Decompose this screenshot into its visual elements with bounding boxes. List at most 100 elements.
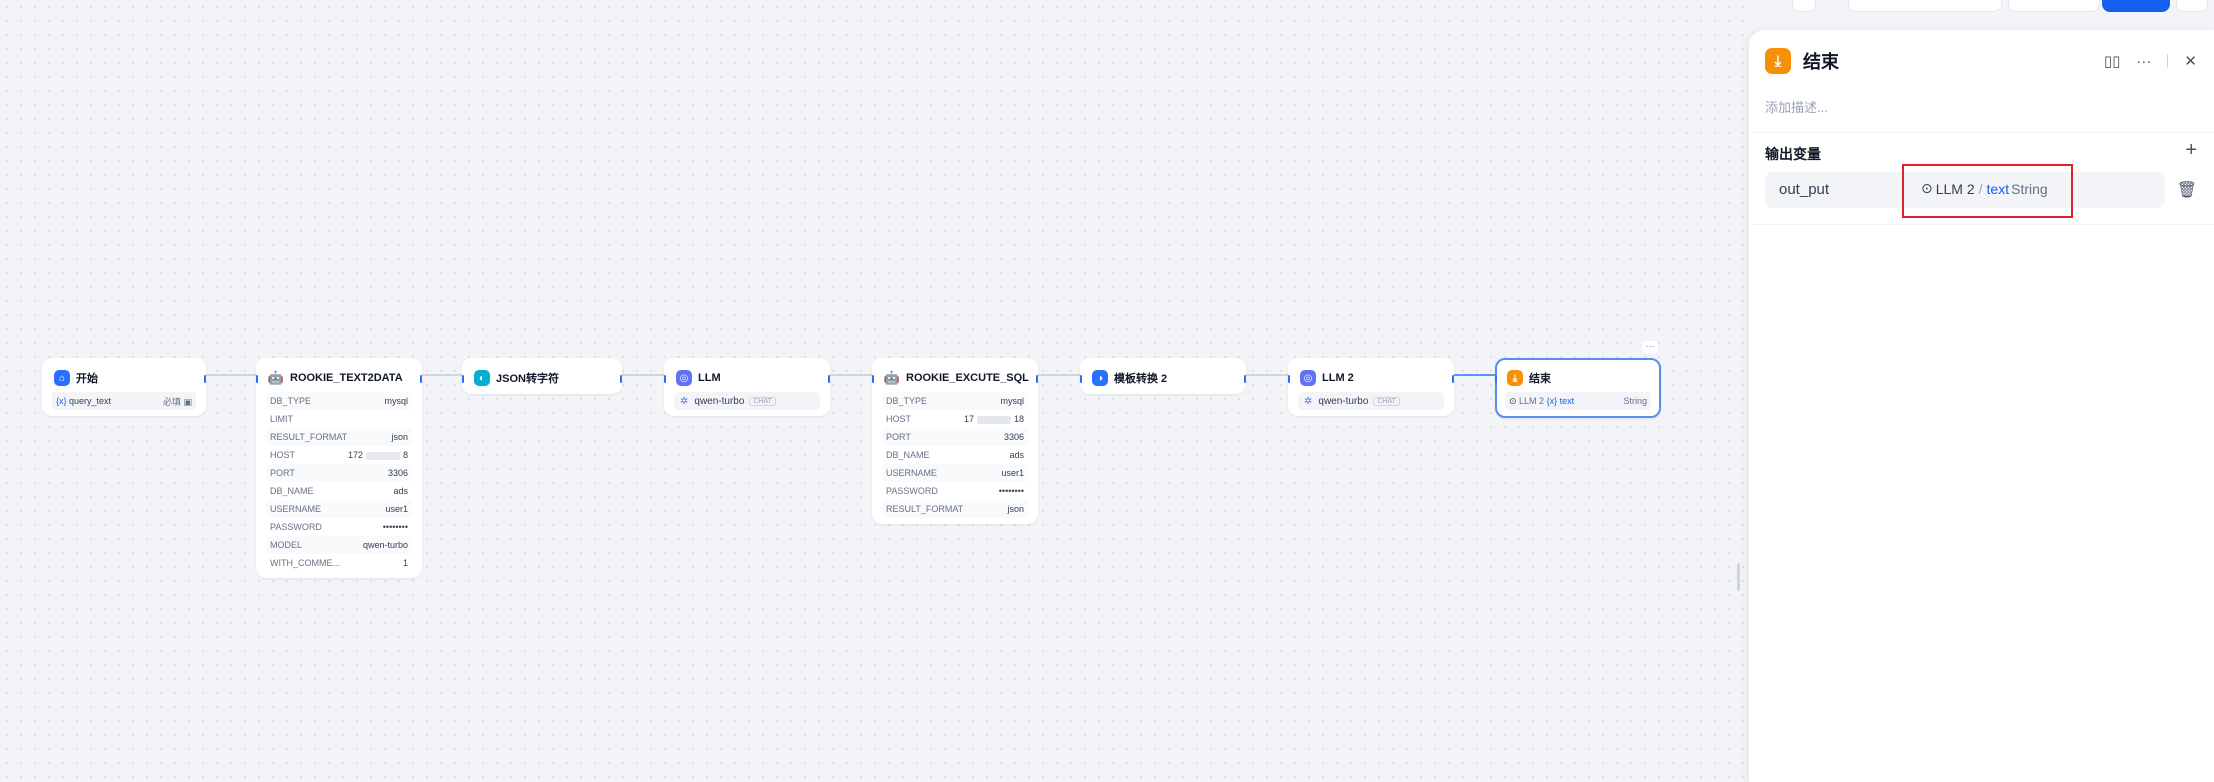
param-row: PORT 3306 (882, 428, 1028, 446)
output-handle[interactable] (420, 375, 422, 383)
variable-name-input[interactable]: out_put (1779, 181, 1829, 198)
close-icon[interactable]: ✕ (2184, 52, 2197, 70)
param-key: HOST (886, 414, 912, 424)
llm-icon: ◎ (676, 370, 692, 386)
divider (1749, 132, 2214, 133)
highlight-box (1902, 164, 2073, 218)
required-badge: 必填 ▣ (162, 396, 192, 407)
toolbar-button[interactable] (1792, 0, 1816, 12)
param-key: PORT (886, 432, 911, 442)
param-row: RESULT_FORMAT json (882, 500, 1028, 518)
param-value: 3306 (1003, 432, 1024, 442)
toolbar-run-group[interactable] (1848, 0, 2002, 12)
output-handle[interactable] (1244, 375, 1246, 383)
node-title: LLM 2 (1322, 372, 1354, 384)
section-title: 输出变量 (1765, 146, 1821, 162)
toolbar-publish-history[interactable] (2008, 0, 2100, 12)
model-icon: ✲ (1304, 395, 1313, 407)
param-value: user1 (1001, 468, 1024, 478)
divider (1749, 224, 2214, 225)
panel-title: 结束 (1803, 52, 1839, 72)
output-handle[interactable] (204, 375, 206, 383)
input-handle[interactable] (256, 375, 258, 383)
param-value: 172 8 (347, 450, 408, 460)
param-value: •••••••• (382, 522, 408, 532)
panel-resize-handle[interactable] (1737, 563, 1740, 591)
param-row: DB_NAME ads (266, 482, 412, 500)
end-icon: ⤓ (1765, 48, 1791, 74)
param-key: RESULT_FORMAT (270, 432, 348, 442)
param-key: DB_NAME (886, 450, 930, 460)
param-value: mysql (384, 396, 408, 406)
param-key: MODEL (270, 540, 303, 550)
node-llm[interactable]: ◎ LLM ✲ qwen-turbo CHAT (664, 358, 830, 416)
node-rookie-text2data[interactable]: 🤖 ROOKIE_TEXT2DATA DB_TYPE mysql LIMIT RESUL… (256, 358, 422, 578)
node-title: LLM (698, 372, 721, 384)
model-selector: ✲ qwen-turbo CHAT (674, 392, 820, 410)
node-config-panel: ⤓ 结束 ▯▯ ··· ✕ 添加描述... 输出变量 + out_put ⊙ L… (1748, 30, 2214, 782)
node-start[interactable]: ⌂ 开始 {x} query_text 必填 ▣ (42, 358, 206, 416)
node-title: 结束 (1529, 373, 1551, 385)
book-icon[interactable]: ▯▯ (2104, 52, 2121, 70)
toolbar-more-button[interactable] (2176, 0, 2208, 12)
param-key: HOST (270, 450, 296, 460)
param-row: HOST 17 18 (882, 410, 1028, 428)
delete-icon[interactable]: 🗑 (2177, 180, 2197, 200)
input-handle[interactable] (664, 375, 666, 383)
param-row: PASSWORD •••••••• (882, 482, 1028, 500)
workflow-canvas[interactable]: ⌂ 开始 {x} query_text 必填 ▣ 🤖 ROOKIE_TEXT2DATA… (0, 0, 2208, 782)
add-variable-button[interactable]: + (2185, 140, 2197, 160)
param-key: USERNAME (270, 504, 322, 514)
robot-icon: 🤖 (267, 370, 285, 385)
param-key: USERNAME (886, 468, 938, 478)
output-handle[interactable] (620, 375, 622, 383)
input-handle[interactable] (1495, 375, 1497, 383)
param-row: USERNAME user1 (882, 464, 1028, 482)
param-row: LIMIT (266, 410, 412, 428)
code-icon: ◐ (474, 370, 490, 386)
redaction-mask (365, 451, 400, 460)
param-row: MODEL qwen-turbo (266, 536, 412, 554)
input-handle[interactable] (1288, 375, 1290, 383)
node-llm-2[interactable]: ◎ LLM 2 ✲ qwen-turbo CHAT (1288, 358, 1454, 416)
input-handle[interactable] (1080, 375, 1082, 383)
input-handle[interactable] (872, 375, 874, 383)
input-handle[interactable] (462, 375, 464, 383)
param-value: ads (393, 486, 408, 496)
param-key: PORT (270, 468, 295, 478)
node-more-icon[interactable]: ··· (1642, 341, 1658, 353)
output-handle[interactable] (1036, 375, 1038, 383)
model-icon: ✲ (680, 395, 689, 407)
node-rookie-execute-sql[interactable]: 🤖 ROOKIE_EXCUTE_SQL DB_TYPE mysql HOST 17 18 P… (872, 358, 1038, 524)
param-value: json (1007, 504, 1024, 514)
param-row: WITH_COMME... 1 (266, 554, 412, 572)
node-params: DB_TYPE mysql HOST 17 18 PORT 3306 DB_NAME ads US… (874, 388, 1036, 524)
output-handle[interactable] (828, 375, 830, 383)
param-row: RESULT_FORMAT json (266, 428, 412, 446)
param-key: DB_TYPE (886, 396, 928, 406)
node-title: ROOKIE_TEXT2DATA (290, 372, 403, 384)
node-title: ROOKIE_EXCUTE_SQL (906, 372, 1029, 384)
node-title: 模板转换 2 (1114, 373, 1168, 385)
param-key: WITH_COMME... (270, 558, 340, 568)
end-icon: ⤓ (1507, 370, 1523, 386)
redaction-mask (976, 415, 1011, 424)
param-value: ads (1009, 450, 1024, 460)
param-row: DB_TYPE mysql (882, 392, 1028, 410)
node-template-2[interactable]: ◑ 模板转换 2 (1080, 358, 1246, 394)
param-row: DB_NAME ads (882, 446, 1028, 464)
node-json-to-string[interactable]: ◐ JSON转字符 (462, 358, 622, 394)
description-input[interactable]: 添加描述... (1765, 97, 1828, 116)
param-row: PORT 3306 (266, 464, 412, 482)
more-icon[interactable]: ··· (2136, 53, 2151, 70)
end-output-var: ⊙ LLM 2 {x} text String (1505, 392, 1651, 410)
param-row: HOST 172 8 (266, 446, 412, 464)
output-handle[interactable] (1452, 375, 1454, 383)
divider (2167, 54, 2169, 68)
node-end[interactable]: ⤓ 结束 ⊙ LLM 2 {x} text String (1495, 358, 1661, 418)
param-key: RESULT_FORMAT (886, 504, 964, 514)
param-value: qwen-turbo (362, 540, 408, 550)
model-selector: ✲ qwen-turbo CHAT (1298, 392, 1444, 410)
template-icon: ◑ (1092, 370, 1108, 386)
publish-button[interactable] (2102, 0, 2170, 12)
